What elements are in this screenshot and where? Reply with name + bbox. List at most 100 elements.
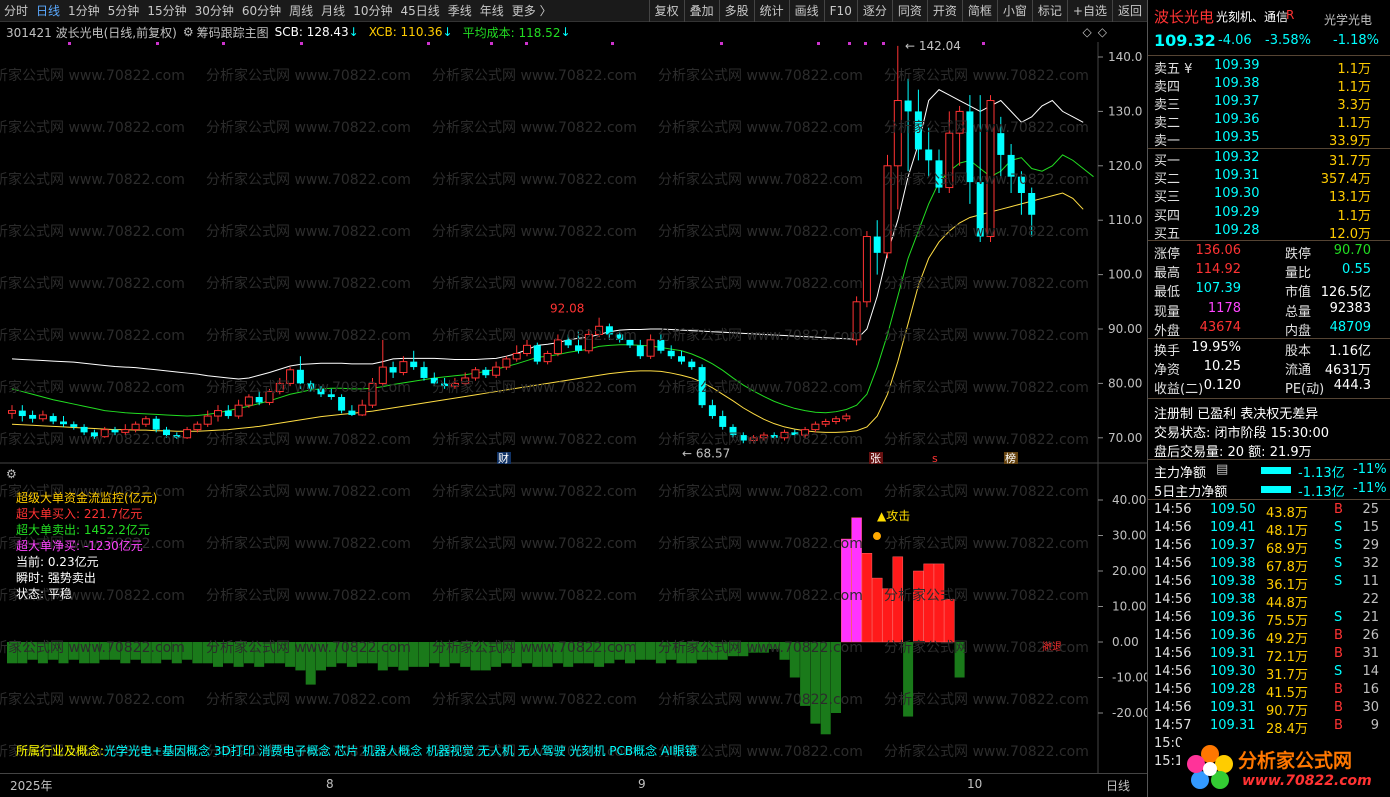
quote-row: 买三 109.30 13.1万 [1148,185,1390,205]
flow-bar [933,563,945,643]
logo-url: www.70822.com [1242,773,1372,789]
flow-bar [182,642,193,660]
axis-period[interactable]: 日线 [1106,777,1130,794]
flow-bar [213,642,223,667]
tick-time: 14:56 [1154,556,1192,571]
signal-dot [848,42,851,45]
price-tick-label: 140.0 [1108,50,1142,64]
tick-time: 14:56 [1154,520,1192,535]
low-price-label: ← 68.57 [682,447,730,461]
flow-bar [717,642,728,660]
candle-body [1017,176,1025,193]
candle-body [471,369,480,379]
tick-time: 14:56 [1154,502,1192,517]
tick-price: 109.38 [1210,592,1256,607]
flow-bar [831,642,841,713]
logo-text: 分析家公式网 [1238,750,1353,772]
candle-body [667,350,675,357]
quote-row: 卖三 109.37 3.3万 [1148,93,1390,113]
tick-price: 109.31 [1210,700,1256,715]
candle-body [646,339,655,357]
stat-value: 107.39 [1195,281,1242,297]
tick-price: 109.38 [1210,574,1256,589]
sector-name[interactable]: 光学光电 [1324,11,1372,28]
chart-canvas: 140.0 130.0 120.0 110.0 100.0 90.00 80.00 70.00… [0,39,1147,773]
flow-bar [841,538,852,643]
flow-bar [202,642,213,664]
candle-body [183,429,192,439]
quote-row: 14:56 109.41 48.1万 S 15 [1148,519,1390,539]
bid-price: 109.32 [1214,150,1260,165]
candle-body [616,334,624,340]
flow-bar [686,642,697,664]
stat-value: 126.5亿 [1320,285,1371,301]
axis-year: 2025年 [10,779,53,793]
flow-bar [27,642,38,660]
flow-bar [913,570,924,643]
quote-row: 卖二 109.36 1.1万 [1148,111,1390,131]
candle-body [502,358,511,368]
quote-row: 14:56 109.38 36.1万 S 11 [1148,573,1390,593]
signal-dot [882,42,885,45]
ask-label: 卖一 [1154,134,1181,149]
flow-bar [614,642,625,660]
stat-value: 43674 [1199,319,1241,335]
ma-white-line [11,89,1084,380]
list-icon[interactable]: ▤ [1216,462,1228,477]
candle-body [749,437,758,442]
ind-line-current: 当前: 0.23亿元 [16,555,99,569]
ind-tick-label: -10.00 [1112,671,1147,685]
stat-label: 市值 [1285,285,1312,301]
price-tick-label: 100.0 [1108,268,1142,282]
tick-price: 109.36 [1210,628,1256,643]
flow-bar [655,642,666,664]
candle-body [657,339,665,351]
quote-row: 14:56 109.37 68.9万 S 29 [1148,537,1390,557]
sector-pct: -1.18% [1333,33,1379,48]
tick-side: B [1334,628,1343,643]
quote-row: 卖一 109.35 33.9万 [1148,129,1390,149]
stat-label: 外盘 [1154,323,1181,339]
flow-bar [635,642,646,660]
flow-bar [944,599,955,643]
flow-bar [316,642,326,671]
settings-icon[interactable]: ⚙ [6,467,17,481]
bid-label: 买一 [1154,154,1181,169]
bid-label: 买四 [1154,208,1181,224]
ind-line-status: 状态: 平稳 [16,587,72,601]
flow-bar [491,642,502,667]
flow-bar [800,642,811,706]
candle-body [986,100,995,238]
candle-body [862,236,871,303]
candle-body [492,366,501,376]
ind-tick-label: 40.00 [1112,493,1146,507]
stat-label: 跌停 [1285,247,1312,262]
flow-bar [110,642,120,660]
ind-line-title: 超级大单资金流监控(亿元) [16,491,158,505]
candle-body [925,149,933,161]
quote-row: 14:57 109.31 28.4万 B 9 [1148,717,1390,737]
candle-body [193,423,202,431]
tick-count: 30 [1362,700,1379,715]
flow-bar [326,642,337,667]
candle-body [729,426,737,436]
axis-month-8: 8 [326,777,334,791]
candle-body [430,377,438,384]
stock-concept: 光刻机、通信 [1216,10,1289,24]
candle-body [821,420,830,425]
stat-value: 19.95% [1191,340,1241,355]
candle-body [873,236,881,253]
bid-price: 109.28 [1214,222,1260,238]
flow-bar [573,642,584,664]
stat-value: 114.92 [1195,262,1242,278]
candle-body [883,165,892,254]
bid-price: 109.29 [1214,204,1260,220]
stat-label: 净资 [1154,363,1181,378]
quote-row: 14:56 109.28 41.5万 B 16 [1148,681,1390,701]
flower-logo-icon [1187,745,1233,789]
quote-row: 净资 10.25 流通 4631万 [1148,358,1390,378]
candle-body [18,410,26,417]
flow-bar [130,642,141,660]
stat-value: 444.3 [1333,378,1371,393]
candle-body [389,367,397,373]
